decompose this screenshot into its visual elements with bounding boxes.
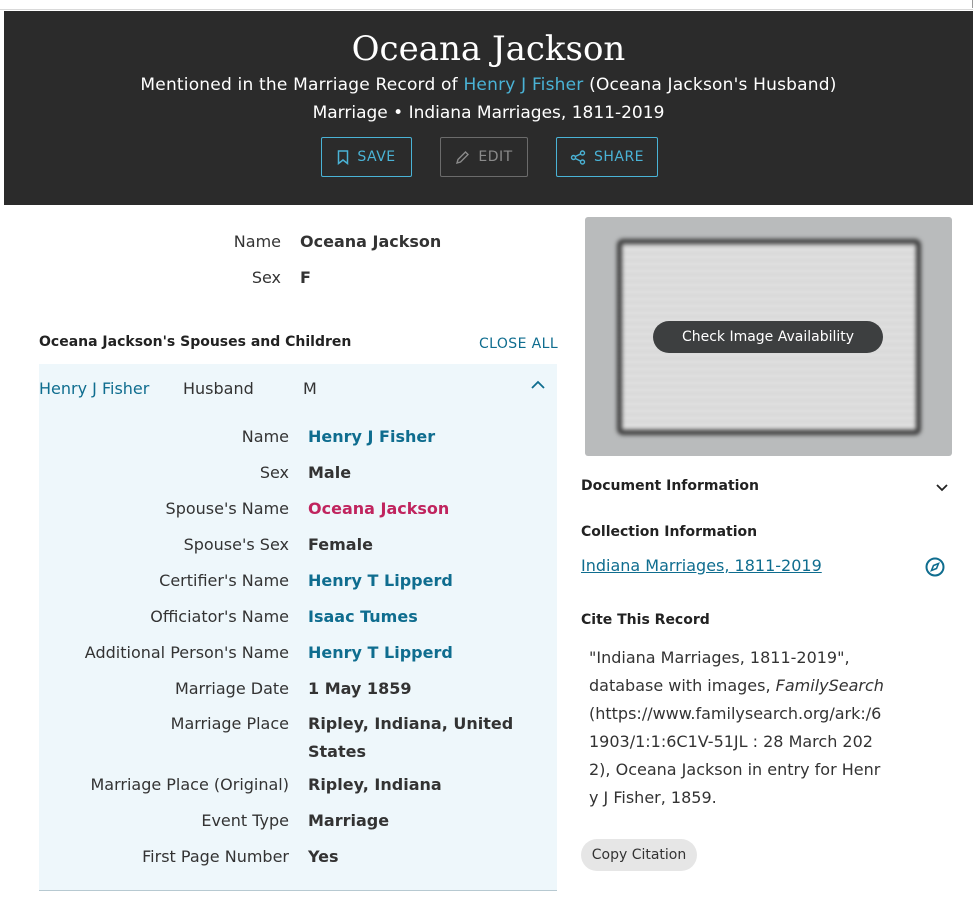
detail-label: First Page Number (142, 847, 289, 866)
detail-value-current-person: Oceana Jackson (308, 499, 450, 518)
detail-label: Marriage Date (174, 679, 289, 698)
detail-value: Male (308, 463, 352, 482)
share-icon (570, 149, 586, 165)
detail-label: Certifier's Name (159, 571, 289, 590)
spouse-role: Husband (183, 379, 254, 398)
detail-value: Marriage (308, 811, 390, 830)
bookmark-icon (338, 149, 349, 165)
detail-value: Ripley, Indiana, United (308, 714, 514, 733)
page-title: Oceana Jackson (351, 29, 626, 69)
share-button[interactable]: SHARE (556, 137, 658, 177)
share-label: SHARE (593, 149, 645, 165)
edit-button[interactable]: EDIT (440, 137, 528, 177)
collection-link[interactable]: Indiana Marriages, 1811-2019 (581, 556, 822, 575)
detail-label: Sex (259, 463, 289, 482)
detail-value-link[interactable]: Henry T Lipperd (308, 571, 453, 590)
person-sex-label: Sex (251, 268, 281, 287)
save-button[interactable]: SAVE (321, 137, 412, 177)
close-all-button[interactable]: CLOSE ALL (479, 336, 558, 352)
detail-label: Event Type (201, 811, 289, 830)
detail-label: Name (241, 427, 289, 446)
person-sex-value: F (300, 268, 311, 287)
citation-part: (https://www.familysearch.org/ark:/61903… (589, 704, 882, 807)
detail-value-continued: States (308, 742, 366, 761)
top-divider (0, 0, 973, 10)
detail-value: Female (308, 535, 373, 554)
spouse-sex: M (303, 379, 317, 398)
detail-value-link[interactable]: Henry T Lipperd (308, 643, 453, 662)
edit-label: EDIT (478, 149, 513, 165)
check-image-availability-button[interactable]: Check Image Availability (653, 321, 883, 353)
detail-label: Marriage Place (170, 714, 289, 733)
detail-label: Spouse's Name (165, 499, 289, 518)
pencil-icon (456, 150, 470, 164)
detail-label: Additional Person's Name (84, 643, 289, 662)
cite-this-record-heading: Cite This Record (581, 612, 710, 628)
citation-text: "Indiana Marriages, 1811-2019", database… (589, 644, 889, 812)
compass-icon[interactable] (925, 557, 945, 577)
detail-value-link[interactable]: Henry J Fisher (308, 427, 435, 446)
person-name-label: Name (233, 232, 281, 251)
chevron-down-icon[interactable] (934, 480, 950, 494)
chevron-up-icon[interactable] (529, 378, 547, 392)
detail-value: Yes (308, 847, 339, 866)
detail-value: 1 May 1859 (308, 679, 412, 698)
person-name-value: Oceana Jackson (300, 232, 442, 251)
mentioned-prefix: Mentioned in the Marriage Record of (140, 75, 458, 95)
record-header: Oceana Jackson Mentioned in the Marriage… (4, 11, 973, 205)
detail-value: Ripley, Indiana (308, 775, 442, 794)
collection-information-heading: Collection Information (581, 524, 758, 540)
document-information-toggle[interactable]: Document Information (581, 478, 759, 494)
copy-citation-button[interactable]: Copy Citation (581, 839, 697, 871)
spouses-section-title: Oceana Jackson's Spouses and Children (39, 334, 352, 350)
husband-header-link[interactable]: Henry J Fisher (463, 75, 583, 95)
citation-source: FamilySearch (775, 676, 884, 695)
detail-value-link[interactable]: Isaac Tumes (308, 607, 418, 626)
save-label: SAVE (357, 149, 396, 165)
spouse-name-link[interactable]: Henry J Fisher (39, 379, 149, 398)
detail-label: Marriage Place (Original) (90, 775, 289, 794)
record-type-line: Marriage • Indiana Marriages, 1811-2019 (312, 103, 665, 123)
detail-label: Spouse's Sex (183, 535, 289, 554)
mentioned-suffix: (Oceana Jackson's Husband) (589, 75, 837, 95)
mentioned-line: Mentioned in the Marriage Record of Henr… (4, 75, 973, 95)
detail-label: Officiator's Name (150, 607, 289, 626)
